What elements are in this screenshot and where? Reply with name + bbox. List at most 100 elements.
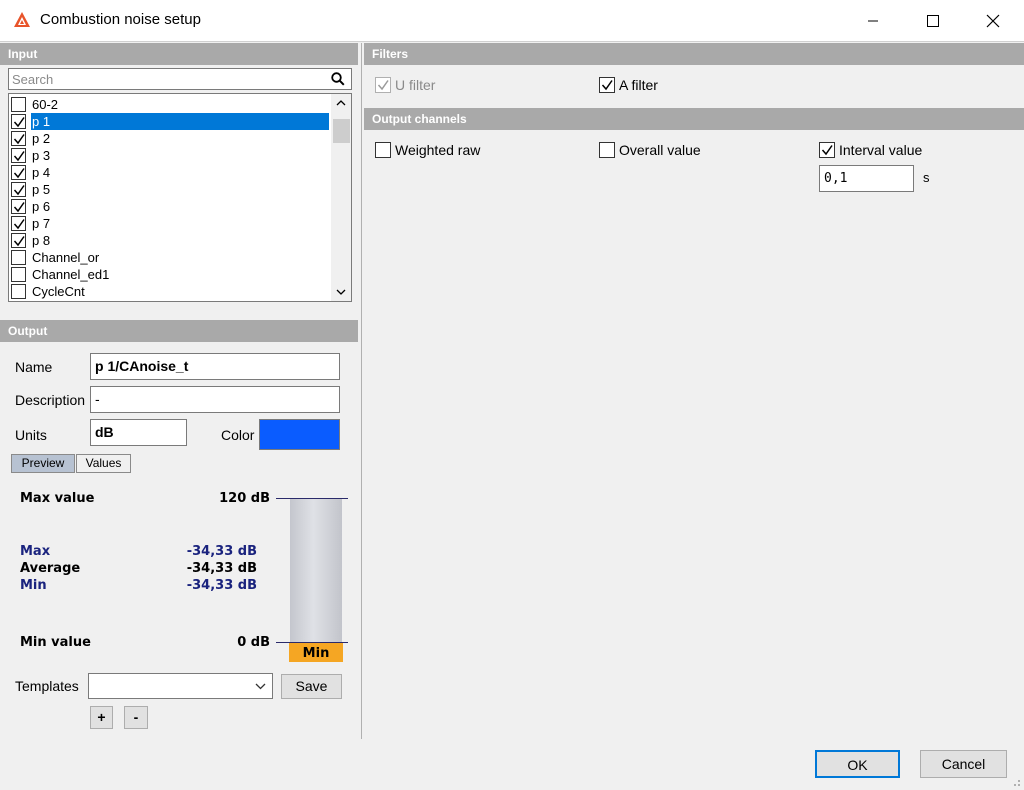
checkmark-icon	[13, 219, 25, 230]
list-item-label: p 1	[31, 113, 329, 130]
tab-values[interactable]: Values	[76, 454, 131, 473]
list-item-checkbox[interactable]	[11, 233, 26, 248]
list-item-label: Channel_ed1	[32, 267, 110, 282]
add-template-button[interactable]: +	[90, 706, 113, 729]
name-input[interactable]: p 1/CAnoise_t	[90, 353, 340, 380]
cancel-button[interactable]: Cancel	[920, 750, 1007, 778]
weighted-raw-box[interactable]	[375, 142, 391, 158]
list-item-label: p 4	[32, 165, 51, 180]
save-template-button[interactable]: Save	[281, 674, 342, 699]
chevron-up-icon	[336, 100, 346, 106]
u-filter-checkbox[interactable]: U filter	[375, 77, 435, 93]
list-item-checkbox[interactable]	[11, 267, 26, 282]
list-item-checkbox[interactable]	[11, 97, 26, 112]
list-item[interactable]: p 5	[11, 181, 329, 198]
list-item-label: p 5	[32, 182, 51, 197]
stat-min-value: -34,33 dB	[186, 578, 257, 593]
interval-value-checkbox[interactable]: Interval value	[819, 142, 922, 158]
checkmark-icon	[13, 185, 25, 196]
gauge-max-line	[276, 498, 348, 499]
checkmark-icon	[377, 80, 389, 91]
list-item[interactable]: p 6	[11, 198, 329, 215]
window-title: Combustion noise setup	[40, 11, 201, 28]
ok-button[interactable]: OK	[815, 750, 900, 778]
list-scrollbar[interactable]	[331, 94, 351, 301]
list-item-label: CycleCnt	[32, 284, 85, 299]
list-item[interactable]: p 7	[11, 215, 329, 232]
list-item-checkbox[interactable]	[11, 216, 26, 231]
units-input[interactable]: dB	[90, 419, 187, 446]
overall-value-box[interactable]	[599, 142, 615, 158]
close-button[interactable]	[970, 0, 1016, 41]
minimize-button[interactable]	[850, 0, 896, 41]
minimize-icon	[868, 20, 878, 21]
stat-average-value: -34,33 dB	[186, 561, 257, 576]
list-item[interactable]: p 8	[11, 232, 329, 249]
max-value: 120 dB	[219, 491, 270, 506]
list-item[interactable]: p 2	[11, 130, 329, 147]
list-item-checkbox[interactable]	[11, 131, 26, 146]
units-label: Units	[15, 427, 47, 443]
a-filter-box[interactable]	[599, 77, 615, 93]
maximize-button[interactable]	[910, 0, 956, 41]
level-gauge	[290, 498, 342, 660]
input-section-header: Input	[0, 43, 358, 65]
stat-average-label: Average	[20, 561, 81, 576]
list-item-checkbox[interactable]	[11, 165, 26, 180]
list-item[interactable]: 60-2	[11, 96, 329, 113]
checkmark-icon	[13, 168, 25, 179]
scroll-down-button[interactable]	[331, 284, 351, 301]
stat-min-label: Min	[20, 578, 47, 593]
list-item-label: p 8	[32, 233, 51, 248]
templates-dropdown[interactable]	[88, 673, 273, 699]
checkmark-icon	[13, 151, 25, 162]
list-item[interactable]: Channel_ed1	[11, 266, 329, 283]
checkmark-icon	[13, 202, 25, 213]
resize-grip-icon[interactable]	[1010, 776, 1022, 788]
remove-template-button[interactable]: -	[124, 706, 148, 729]
description-label: Description	[15, 392, 86, 408]
checkmark-icon	[13, 117, 25, 128]
scroll-up-button[interactable]	[331, 94, 351, 111]
overall-value-checkbox[interactable]: Overall value	[599, 142, 701, 158]
list-item[interactable]: Channel_or	[11, 249, 329, 266]
templates-label: Templates	[15, 678, 79, 694]
search-icon[interactable]	[331, 72, 345, 86]
search-box[interactable]	[8, 68, 352, 90]
list-item[interactable]: p 1	[11, 113, 329, 130]
maximize-icon	[927, 14, 939, 27]
checkmark-icon	[13, 134, 25, 145]
list-item-checkbox[interactable]	[11, 148, 26, 163]
tab-preview[interactable]: Preview	[11, 454, 75, 473]
list-item-checkbox[interactable]	[11, 284, 26, 299]
list-item[interactable]: p 3	[11, 147, 329, 164]
list-item[interactable]: CycleCnt	[11, 283, 329, 300]
list-item[interactable]: p 4	[11, 164, 329, 181]
search-input[interactable]	[12, 71, 322, 87]
panel-divider	[361, 43, 362, 739]
weighted-raw-checkbox[interactable]: Weighted raw	[375, 142, 480, 158]
u-filter-box[interactable]	[375, 77, 391, 93]
color-picker[interactable]	[259, 419, 340, 450]
interval-value-box[interactable]	[819, 142, 835, 158]
scroll-thumb[interactable]	[333, 119, 350, 143]
chevron-down-icon	[336, 289, 346, 295]
color-label: Color	[221, 427, 255, 443]
name-label: Name	[15, 359, 53, 375]
min-value-label: Min value	[20, 635, 91, 650]
list-item-checkbox[interactable]	[11, 114, 26, 129]
list-item-label: 60-2	[32, 97, 59, 112]
list-item-checkbox[interactable]	[11, 182, 26, 197]
input-channel-list[interactable]: 60-2 p 1p 2 p 3 p 4 p 5 p 6 p 7 p 8 Channel_or Ch…	[8, 93, 352, 302]
checkmark-icon	[13, 236, 25, 247]
output-section-header: Output	[0, 320, 358, 342]
output-channels-section-header: Output channels	[364, 108, 1024, 130]
interval-unit: s	[923, 170, 930, 185]
a-filter-checkbox[interactable]: A filter	[599, 77, 658, 93]
gauge-min-indicator: Min	[289, 643, 343, 662]
interval-input[interactable]: 0,1	[819, 165, 914, 192]
list-item-checkbox[interactable]	[11, 250, 26, 265]
description-input[interactable]: -	[90, 386, 340, 413]
list-item-label: p 6	[32, 199, 51, 214]
list-item-checkbox[interactable]	[11, 199, 26, 214]
